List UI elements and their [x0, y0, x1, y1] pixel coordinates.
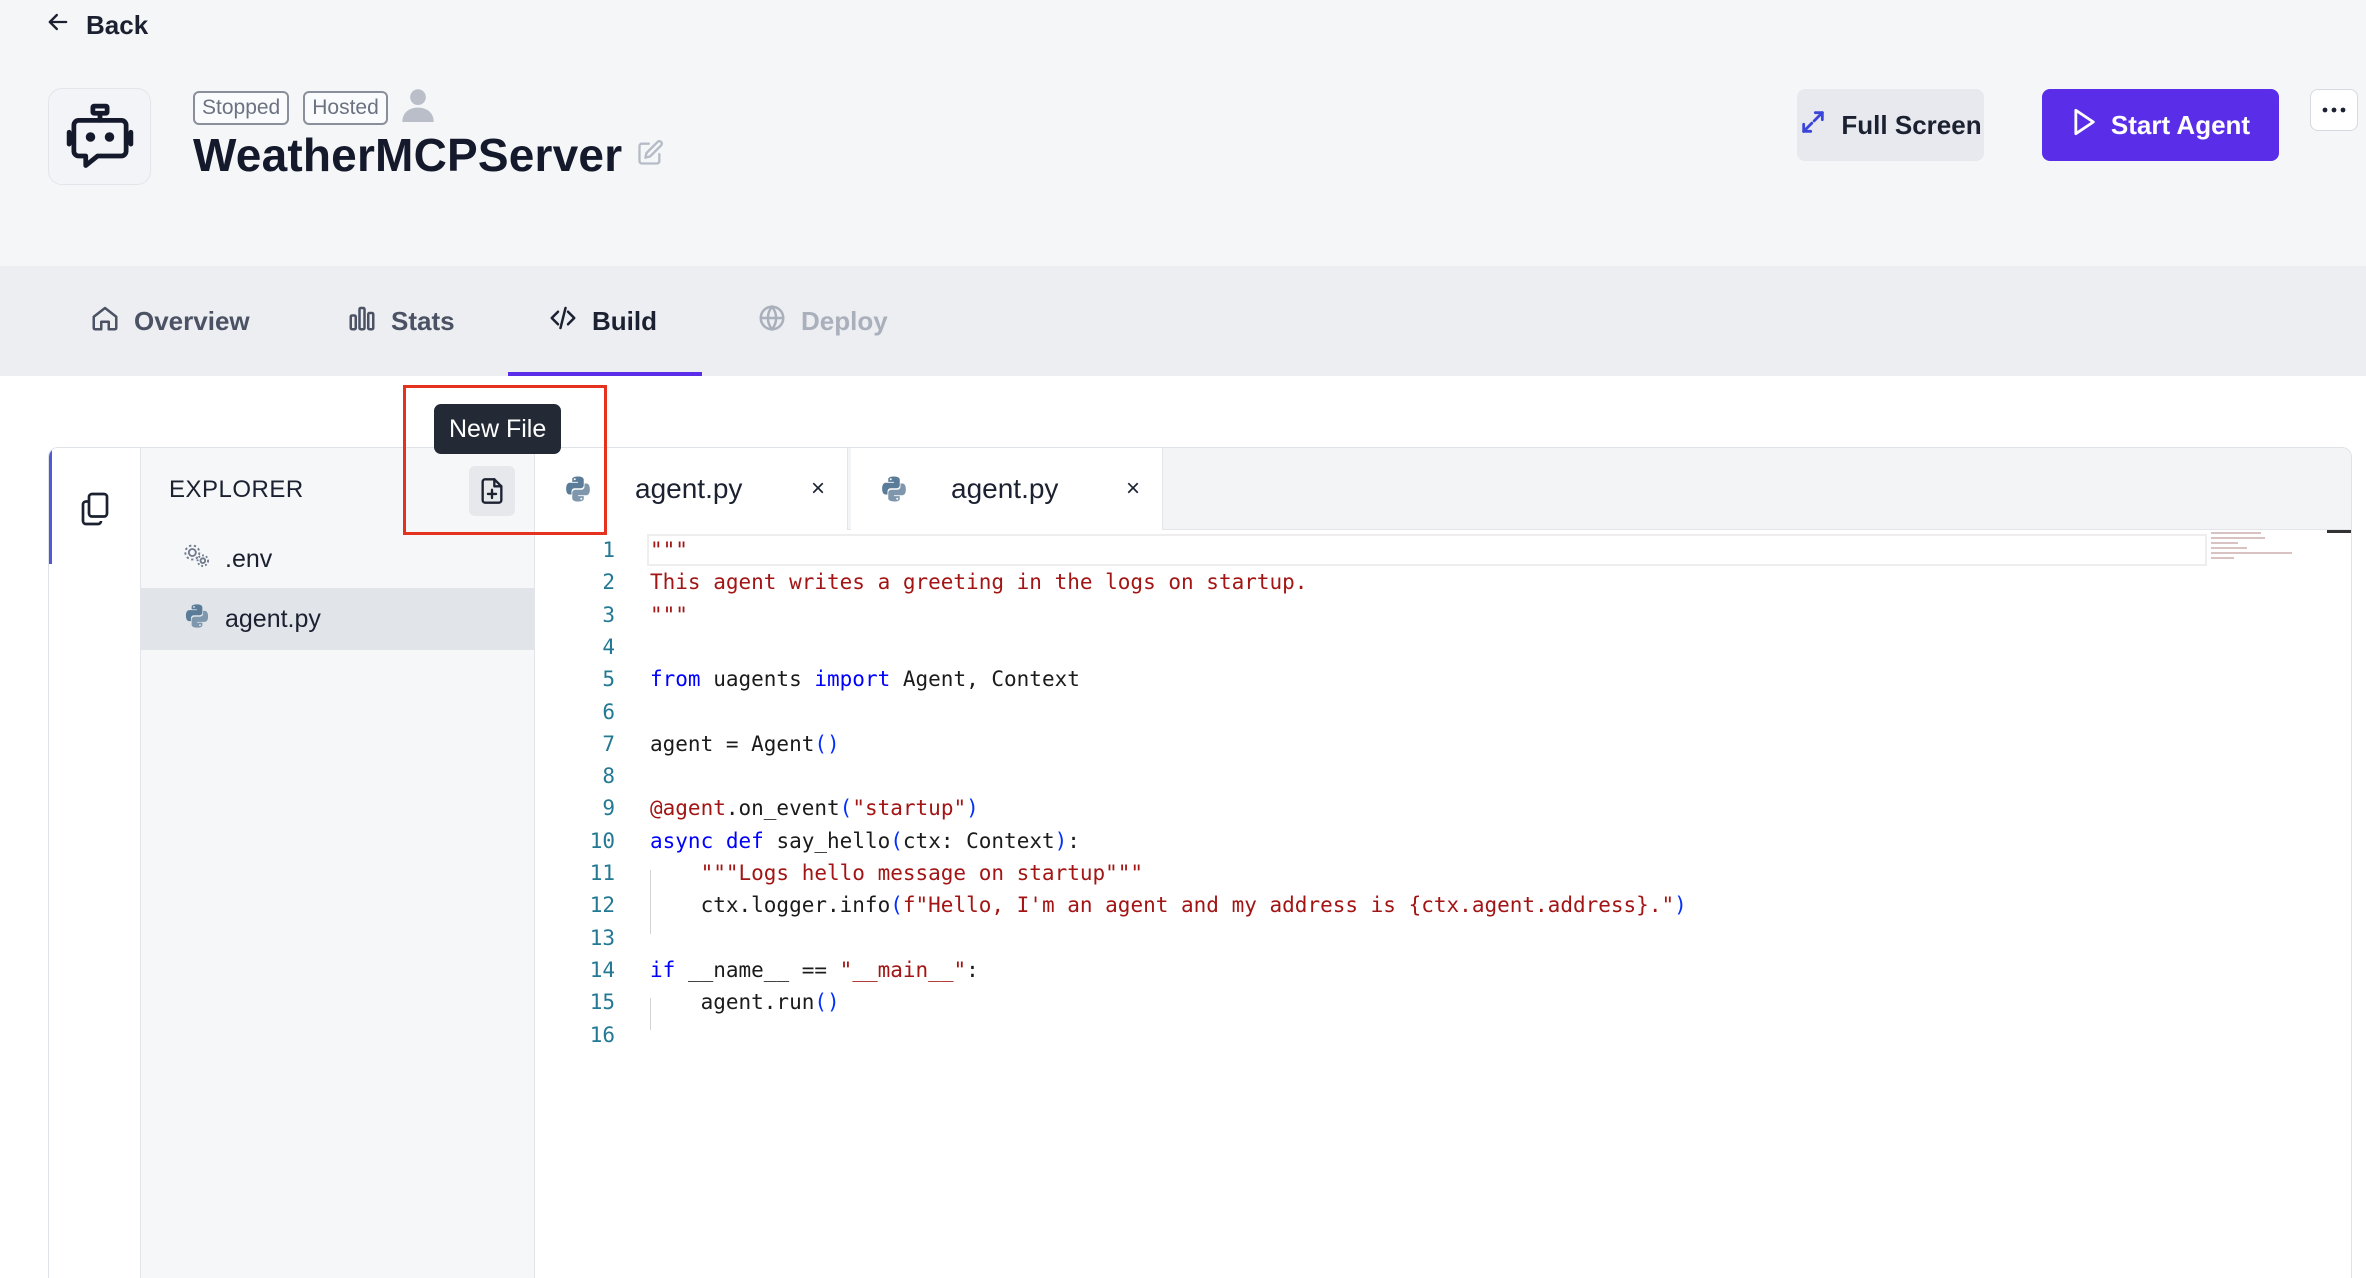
code-area[interactable]: 1 2 3 4 5 6 7 8 9 10 11 12 13 14 15 16 """ This agent wr… — [535, 530, 2351, 1278]
editor-tab-agent-py-2[interactable]: agent.py × — [851, 448, 1163, 530]
editor-tab-label: agent.py — [951, 473, 1059, 504]
agent-avatar — [48, 88, 151, 185]
user-icon — [402, 88, 434, 127]
close-icon[interactable]: × — [811, 475, 825, 503]
new-file-button[interactable] — [469, 466, 515, 516]
line-number: 1 — [602, 538, 615, 562]
scrollbar-marker — [2327, 530, 2351, 533]
line-number: 12 — [589, 893, 615, 918]
activity-active-indicator — [49, 448, 52, 564]
tab-bar: Overview Stats Build Deploy — [0, 266, 2366, 376]
file-item-agent-py[interactable]: agent.py — [141, 588, 535, 650]
python-icon — [183, 602, 211, 637]
code-line: """ — [650, 538, 688, 562]
back-link[interactable]: Back — [44, 8, 148, 43]
tab-deploy-label: Deploy — [801, 305, 888, 336]
page-title: WeatherMCPServer — [193, 129, 623, 181]
file-explorer: EXPLORER .env agent.py — [141, 448, 535, 1278]
expand-icon — [1799, 108, 1827, 143]
hosting-badge: Hosted — [303, 90, 388, 125]
code-line: agent = Agent() — [650, 731, 840, 756]
ellipsis-icon — [2322, 107, 2346, 113]
line-number: 15 — [589, 990, 615, 1015]
line-number: 13 — [589, 925, 615, 950]
edit-icon[interactable] — [636, 139, 664, 172]
line-number: 4 — [602, 634, 615, 659]
code-editor-panel: EXPLORER .env agent.py agent.py × agent.… — [48, 447, 2352, 1278]
python-icon — [566, 476, 590, 502]
play-icon — [2071, 108, 2097, 143]
more-options-button[interactable] — [2310, 89, 2358, 131]
python-icon — [882, 476, 906, 502]
back-label: Back — [86, 10, 149, 40]
editor-tab-bar: agent.py × agent.py × — [535, 448, 2351, 530]
tab-build-label: Build — [592, 305, 657, 336]
tab-build[interactable]: Build — [548, 266, 657, 376]
start-agent-label: Start Agent — [2110, 109, 2251, 140]
tab-overview[interactable]: Overview — [90, 266, 250, 376]
line-number: 2 — [602, 570, 615, 595]
status-badge: Stopped — [193, 90, 290, 125]
full-screen-button[interactable]: Full Screen — [1797, 89, 1984, 161]
line-number: 14 — [589, 957, 615, 982]
home-icon — [90, 303, 120, 340]
line-number: 5 — [602, 667, 615, 692]
explorer-title: EXPLORER — [169, 476, 304, 503]
tab-stats[interactable]: Stats — [347, 266, 455, 376]
tab-deploy[interactable]: Deploy — [757, 266, 888, 376]
tab-stats-label: Stats — [391, 305, 455, 336]
line-number: 8 — [602, 764, 615, 789]
editor-tab-label: agent.py — [635, 473, 743, 504]
line-number: 10 — [589, 828, 615, 853]
code-line: @agent.on_event("startup") — [650, 796, 979, 821]
current-line-highlight — [647, 534, 2207, 566]
file-item-env[interactable]: .env — [141, 528, 535, 590]
bar-chart-icon — [347, 303, 377, 340]
line-number: 16 — [589, 1022, 615, 1047]
line-number: 6 — [602, 699, 615, 724]
settings-gears-icon — [183, 542, 211, 577]
line-number: 3 — [602, 602, 615, 627]
code-line: agent.run() — [650, 990, 840, 1015]
close-icon[interactable]: × — [1126, 475, 1140, 503]
code-line: """Logs hello message on startup""" — [650, 861, 1144, 885]
new-file-tooltip: New File — [434, 404, 562, 454]
line-number: 11 — [589, 861, 615, 885]
full-screen-label: Full Screen — [1841, 109, 1982, 140]
new-file-icon — [481, 478, 503, 504]
indent-guide — [650, 870, 651, 934]
editor-tab-agent-py[interactable]: agent.py × — [535, 448, 848, 530]
code-line: ctx.logger.info(f"Hello, I'm an agent an… — [650, 893, 1687, 918]
code-line: """ — [650, 602, 688, 627]
globe-icon — [757, 303, 787, 340]
code-line: async def say_hello(ctx: Context): — [650, 828, 1080, 853]
arrow-left-icon — [44, 8, 72, 43]
code-icon — [548, 303, 578, 340]
line-number: 7 — [602, 731, 615, 756]
minimap[interactable] — [2211, 532, 2301, 572]
line-number: 9 — [602, 796, 615, 821]
tab-overview-label: Overview — [134, 305, 250, 336]
indent-guide — [650, 998, 651, 1030]
file-name: agent.py — [225, 604, 321, 633]
file-name: .env — [225, 544, 273, 573]
code-line: from uagents import Agent, Context — [650, 667, 1080, 692]
code-line: This agent writes a greeting in the logs… — [650, 570, 1308, 595]
files-icon[interactable] — [77, 490, 113, 533]
start-agent-button[interactable]: Start Agent — [2042, 89, 2279, 161]
activity-bar — [49, 448, 141, 1278]
robot-chat-icon — [66, 103, 133, 168]
code-line: if __name__ == "__main__": — [650, 957, 979, 982]
